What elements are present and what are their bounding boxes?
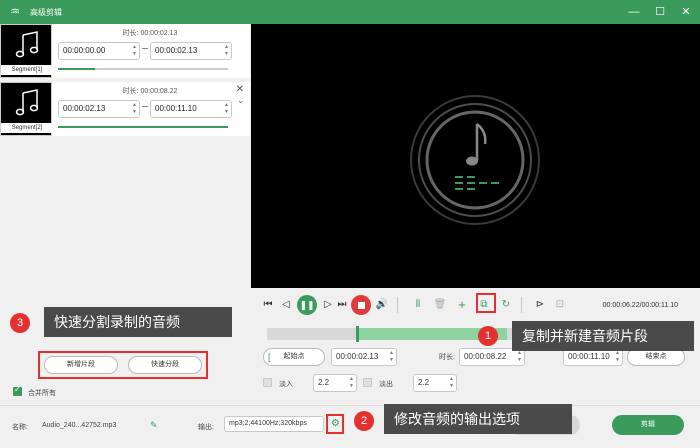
- minimize-icon[interactable]: —: [628, 6, 640, 18]
- remove-segment-icon[interactable]: ✕: [236, 84, 244, 95]
- app-logo-icon: ♒: [10, 6, 20, 18]
- stepper-icon[interactable]: ▲ ▼: [132, 44, 137, 58]
- maximize-icon[interactable]: ☐: [654, 6, 666, 18]
- name-label: 名称:: [12, 424, 28, 431]
- step-forward-icon[interactable]: ▷: [321, 298, 335, 312]
- highlight-output-settings: [326, 414, 344, 434]
- segment-start-input[interactable]: 00:00:00.00 ▲ ▼: [58, 42, 140, 60]
- segment-caption: Segment[1]: [1, 65, 53, 75]
- segment-duration: 时长: 00:00:08.22: [122, 88, 178, 95]
- file-name: Audio_240...42752.mp3: [42, 422, 117, 429]
- segment-item[interactable]: Segment[1] 时长: 00:00:02.13 00:00:00.00 ▲…: [0, 24, 250, 78]
- annotation-callout: 复制并新建音频片段: [512, 321, 694, 351]
- annotation-number: 1: [478, 326, 498, 346]
- music-note-icon: [15, 89, 39, 116]
- range-separator: [142, 106, 148, 107]
- cut-button[interactable]: 剪辑: [612, 415, 684, 435]
- timeline-handle[interactable]: [356, 326, 359, 342]
- skip-start-icon[interactable]: ⏮: [261, 298, 275, 312]
- segment-progress: [58, 126, 228, 128]
- output-format-field[interactable]: mp3;2;44100Hz;320kbps: [224, 416, 324, 432]
- fade-out-input[interactable]: 2.2 ▲ ▼: [413, 374, 457, 392]
- segment-thumbnail: Segment[1]: [0, 24, 53, 78]
- stepper-icon[interactable]: ▲ ▼: [517, 350, 522, 364]
- play-pause-button[interactable]: ❚❚: [297, 295, 317, 315]
- divider: [397, 297, 398, 313]
- delete-icon[interactable]: 🗑: [433, 298, 447, 312]
- annotation-number: 3: [10, 313, 30, 333]
- stepper-icon[interactable]: ▲ ▼: [389, 350, 394, 364]
- stepper-icon[interactable]: ▲ ▼: [224, 44, 229, 58]
- playback-timecode: 00:00:06.22/00:00:11.10: [602, 302, 678, 309]
- stepper-icon[interactable]: ▲ ▼: [132, 102, 137, 116]
- divider: [521, 297, 522, 313]
- annotation-callout: 修改音频的输出选项: [384, 404, 572, 434]
- duration-label: 时长:: [439, 354, 455, 361]
- segment-caption: Segment[2]: [1, 123, 53, 133]
- step-back-icon[interactable]: ◁: [279, 298, 293, 312]
- stepper-icon[interactable]: ▲ ▼: [449, 376, 454, 390]
- volume-icon[interactable]: 🔊: [375, 298, 389, 312]
- fade-out-label: 淡出: [379, 381, 393, 388]
- merge-all-label: 合并所有: [28, 390, 56, 397]
- window-controls: — ☐ ✕: [628, 0, 692, 24]
- bottom-bar: 名称: Audio_240...42752.mp3 ✎ 输出: mp3;2;44…: [0, 405, 700, 448]
- title-bar: ♒ 高级剪辑 — ☐ ✕: [0, 0, 700, 24]
- edit-name-icon[interactable]: ✎: [150, 420, 158, 431]
- reset-icon[interactable]: ↻: [499, 298, 513, 312]
- window-title: 高级剪辑: [30, 7, 62, 17]
- range-separator: [142, 48, 148, 49]
- fade-in-checkbox[interactable]: [263, 378, 272, 387]
- start-time-input[interactable]: 00:00:02.13 ▲ ▼: [331, 348, 397, 366]
- chevron-down-icon[interactable]: ⌄: [237, 96, 244, 105]
- stepper-icon[interactable]: ▲ ▼: [615, 350, 620, 364]
- segment-end-input[interactable]: 00:00:11.10 ▲ ▼: [150, 100, 232, 118]
- segment-item[interactable]: Segment[2] 时长: 00:00:08.22 00:00:02.13 ▲…: [0, 82, 250, 136]
- preview-area: [251, 24, 700, 288]
- segment-list: Segment[1] 时长: 00:00:02.13 00:00:00.00 ▲…: [0, 24, 250, 288]
- bracket-left-icon: [: [268, 352, 271, 362]
- segment-progress: [58, 68, 228, 70]
- close-icon[interactable]: ✕: [680, 6, 692, 18]
- segment-progress-fill: [58, 68, 96, 70]
- split-icon[interactable]: ⫴: [411, 298, 425, 312]
- merge-all-checkbox[interactable]: [13, 385, 22, 396]
- segment-progress-fill: [58, 126, 228, 128]
- frame-icon[interactable]: ⊡: [553, 298, 567, 312]
- skip-end-icon[interactable]: ⏭: [335, 298, 349, 312]
- segment-end-input[interactable]: 00:00:02.13 ▲ ▼: [150, 42, 232, 60]
- segment-start-input[interactable]: 00:00:02.13 ▲ ▼: [58, 100, 140, 118]
- stepper-icon[interactable]: ▲ ▼: [224, 102, 229, 116]
- highlight-copy-segment: [476, 293, 496, 313]
- audio-visual-icon: [410, 95, 540, 225]
- fade-in-label: 淡入: [279, 381, 293, 388]
- set-start-button[interactable]: [ 起始点: [263, 348, 325, 366]
- stop-button[interactable]: [351, 295, 371, 315]
- annotation-callout: 快速分割录制的音频: [44, 307, 232, 337]
- fade-in-input[interactable]: 2.2 ▲ ▼: [313, 374, 357, 392]
- music-note-icon: [15, 31, 39, 58]
- annotation-number: 2: [354, 411, 374, 431]
- segment-thumbnail: Segment[2]: [0, 82, 53, 136]
- fade-out-checkbox[interactable]: [363, 378, 372, 387]
- add-icon[interactable]: +: [455, 298, 469, 312]
- highlight-action-buttons: [38, 351, 208, 379]
- segment-duration: 时长: 00:00:02.13: [122, 30, 178, 37]
- fit-icon[interactable]: ⊳: [533, 298, 547, 312]
- output-label: 输出:: [198, 424, 214, 431]
- stepper-icon[interactable]: ▲ ▼: [349, 376, 354, 390]
